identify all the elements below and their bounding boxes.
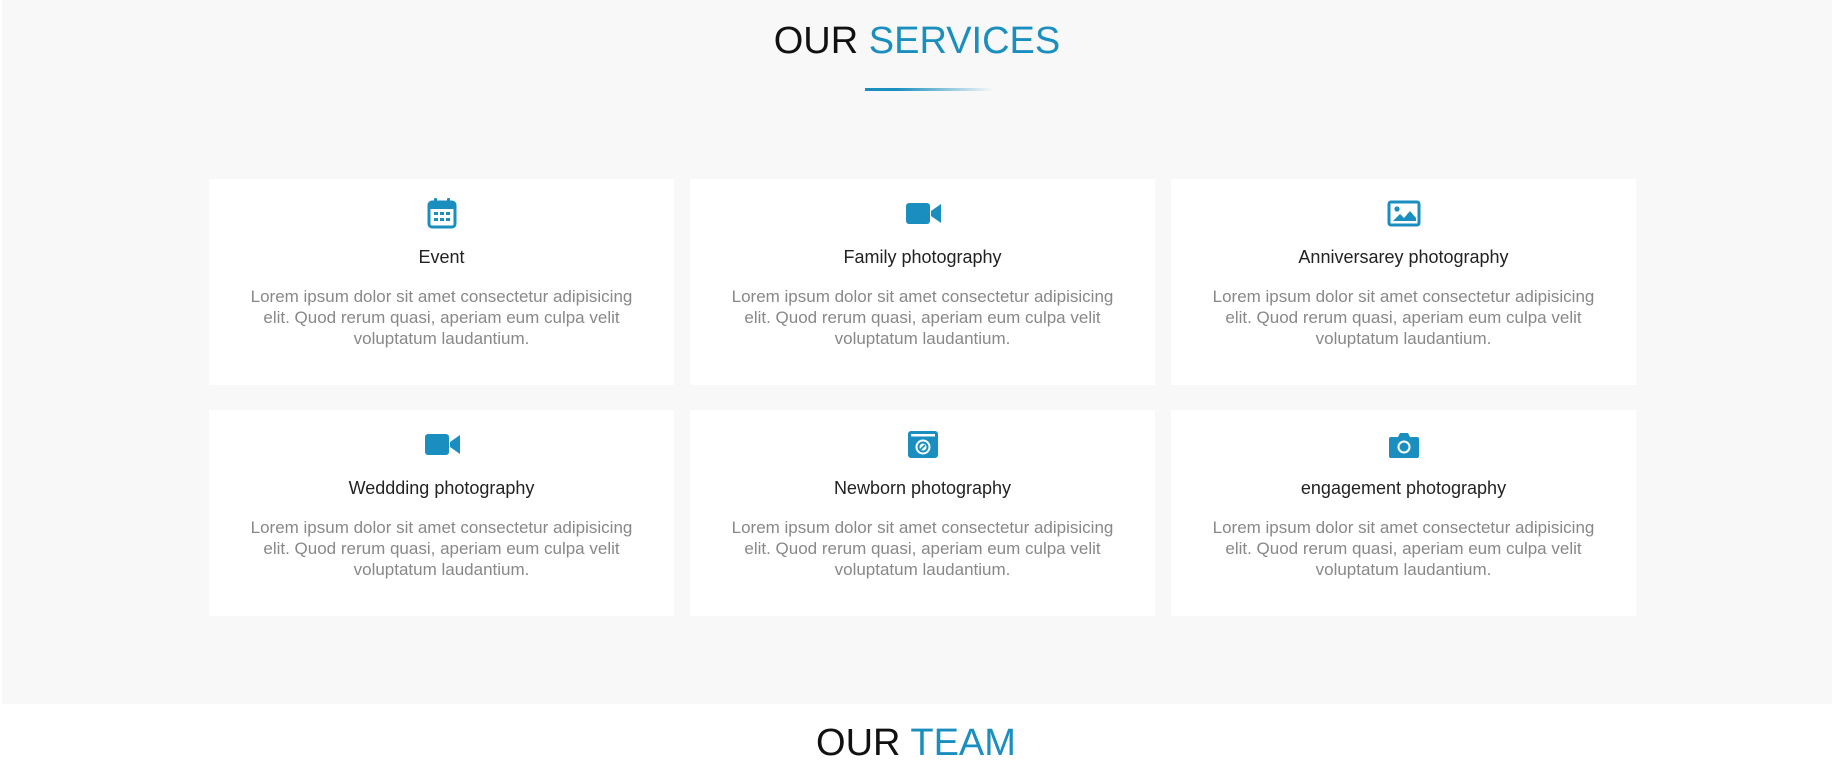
service-card-description: Lorem ipsum dolor sit amet consectetur a… [250,518,633,579]
services-heading-services: SERVICES [868,20,1061,62]
video-camera-icon [905,197,941,229]
services-heading: OUR SERVICES [2,22,1832,60]
camera-retro-icon [905,428,941,460]
service-card-title: Newborn photography [833,478,1012,498]
service-card-title: engagement photography [1300,478,1507,498]
service-card-description: Lorem ipsum dolor sit amet consectetur a… [1212,518,1595,579]
service-card-title: Anniversarey photography [1298,247,1509,267]
services-grid: Event Lorem ipsum dolor sit amet consect… [209,179,1636,616]
service-card-title: Family photography [843,247,1002,267]
video-camera-icon [424,428,460,460]
service-card-family-photography[interactable]: Family photography Lorem ipsum dolor sit… [690,179,1155,385]
image-icon [1386,197,1422,229]
calendar-icon [424,197,460,229]
services-heading-our: OUR [773,20,859,62]
service-card-title: Event [418,247,465,267]
team-heading-team: TEAM [910,722,1016,764]
services-heading-underline [865,88,993,91]
service-card-engagement-photography[interactable]: engagement photography Lorem ipsum dolor… [1171,410,1636,616]
service-card-anniversarey-photography[interactable]: Anniversarey photography Lorem ipsum dol… [1171,179,1636,385]
service-card-description: Lorem ipsum dolor sit amet consectetur a… [250,287,633,348]
service-card-description: Lorem ipsum dolor sit amet consectetur a… [731,287,1114,348]
service-card-description: Lorem ipsum dolor sit amet consectetur a… [731,518,1114,579]
service-card-title: Weddding photography [348,478,535,498]
camera-icon [1386,428,1422,460]
service-card-event[interactable]: Event Lorem ipsum dolor sit amet consect… [209,179,674,385]
service-card-description: Lorem ipsum dolor sit amet consectetur a… [1212,287,1595,348]
team-heading-our: OUR [816,722,901,764]
team-heading: OUR TEAM [0,724,1832,762]
service-card-weddding-photography[interactable]: Weddding photography Lorem ipsum dolor s… [209,410,674,616]
service-card-newborn-photography[interactable]: Newborn photography Lorem ipsum dolor si… [690,410,1155,616]
